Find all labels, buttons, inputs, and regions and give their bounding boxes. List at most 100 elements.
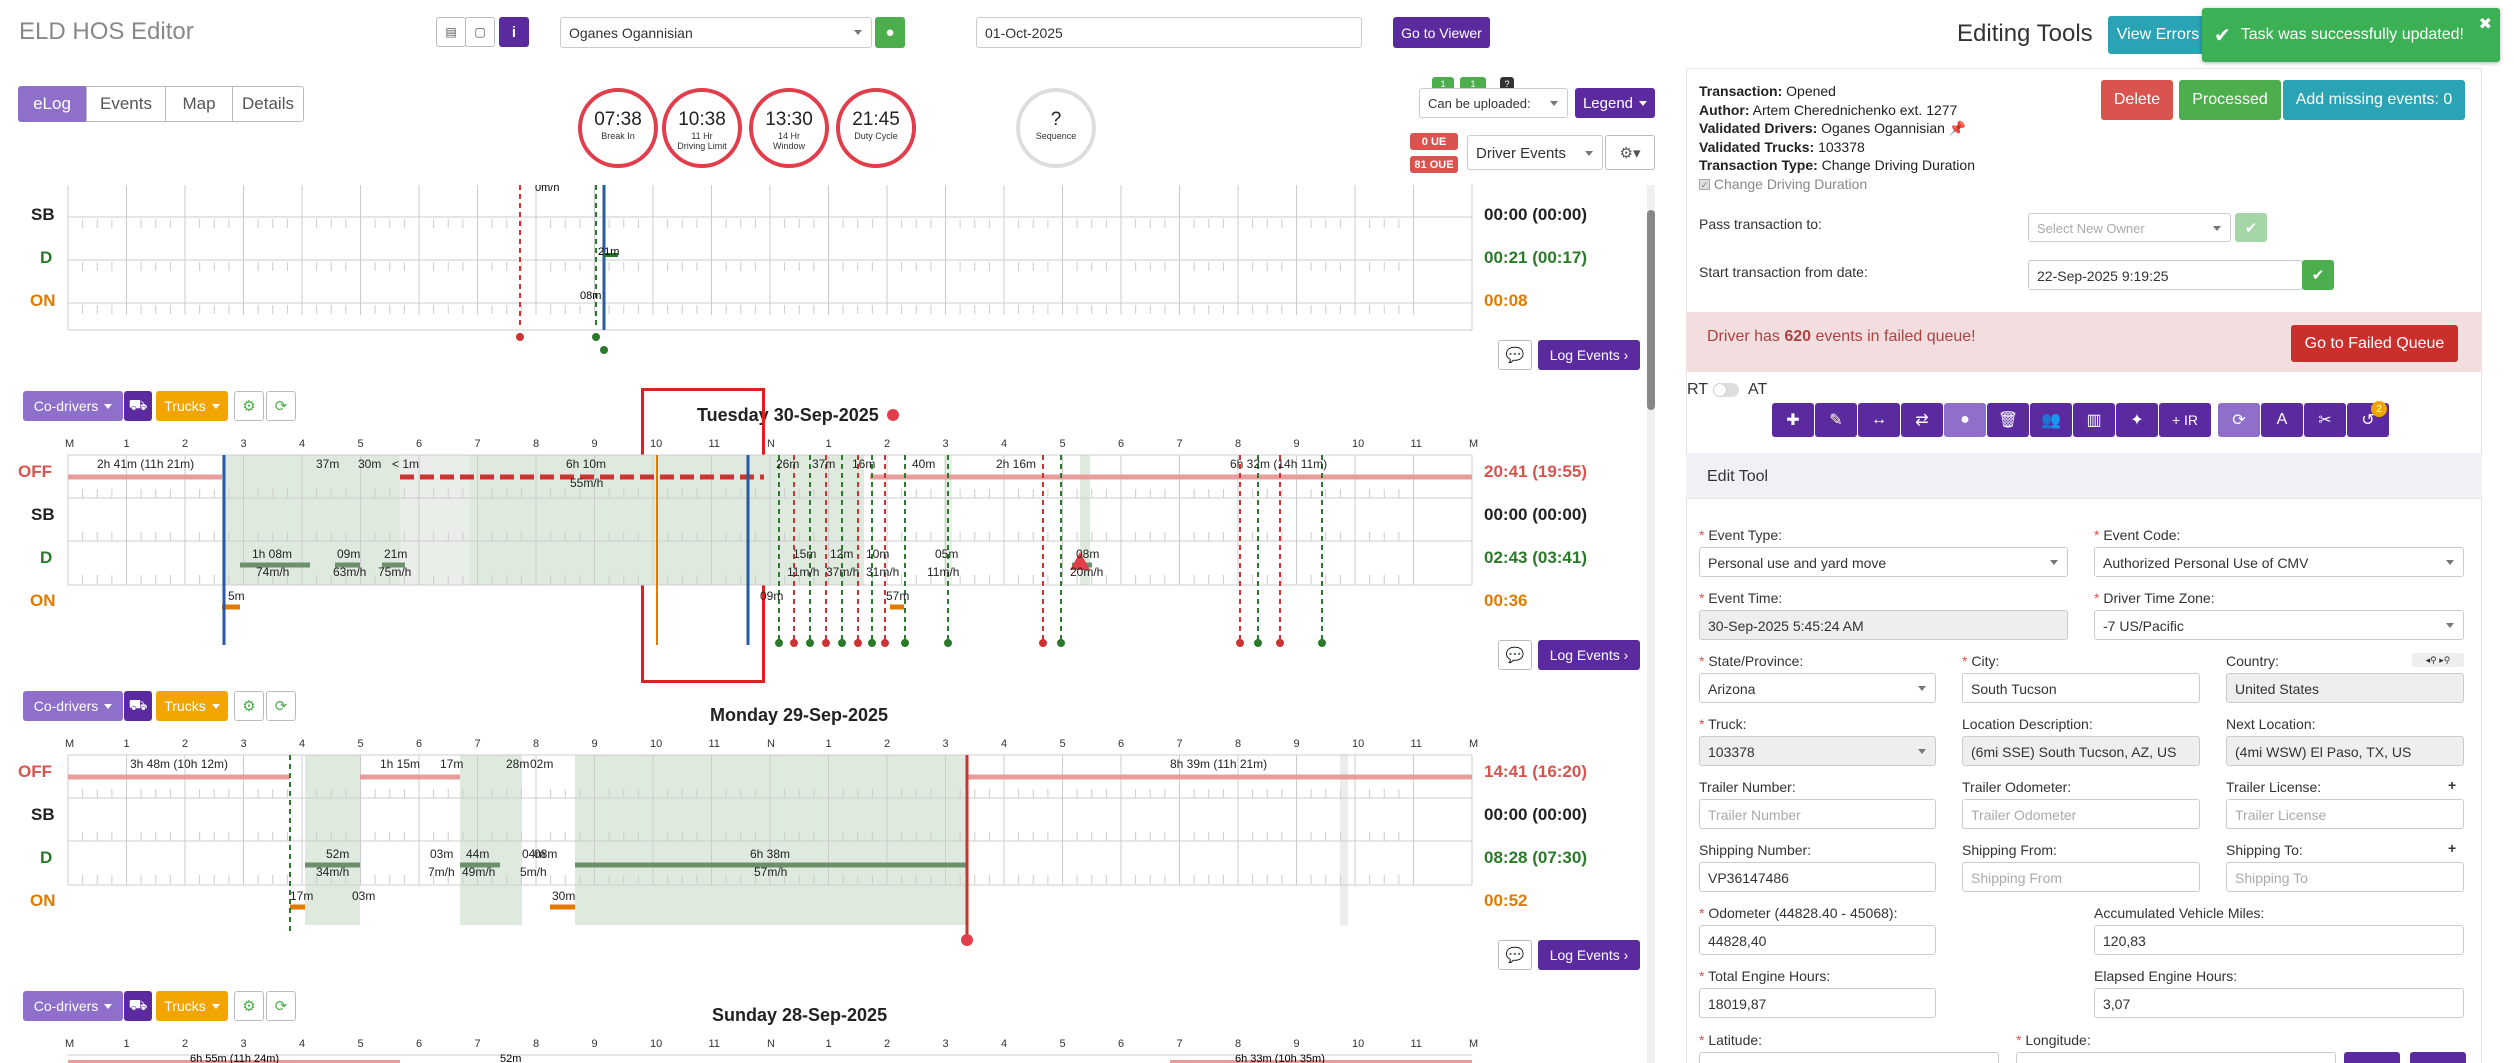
country-input[interactable]: United States [2226,673,2464,703]
add-ir-button[interactable]: + IR [2159,403,2211,437]
event-time-input[interactable]: 30-Sep-2025 5:45:24 AM [1699,610,2068,640]
refresh-icon[interactable]: ⟳ [2218,403,2260,437]
co-drivers-button[interactable]: Co-drivers [23,691,123,721]
truck-icon[interactable]: ⛟ [124,391,152,421]
tab-elog[interactable]: eLog [18,86,86,122]
left-scrollbar-thumb[interactable] [1647,210,1655,410]
marker-icon[interactable] [838,639,846,647]
marker-icon[interactable] [1254,639,1262,647]
marker-icon[interactable] [822,639,830,647]
elapsed-engine-hours-input[interactable]: 3,07 [2094,988,2464,1018]
tab-map[interactable]: Map [165,86,233,122]
swap-icon[interactable]: ⇄ [1901,403,1943,437]
document-icon[interactable]: ▤ [436,17,466,47]
marker-icon[interactable] [868,639,876,647]
marker-icon[interactable] [854,639,862,647]
marker-icon[interactable] [1057,639,1065,647]
comment-icon[interactable]: 💬 [1498,940,1532,970]
longitude-input[interactable] [2016,1052,2336,1063]
marker-icon[interactable] [775,639,783,647]
shipping-number-input[interactable]: VP36147486 [1699,862,1936,892]
settings-gear-icon[interactable]: ⚙▾ [1605,135,1655,170]
marker-icon[interactable] [1236,639,1244,647]
shipping-to-input[interactable]: Shipping To [2226,862,2464,892]
accumulated-miles-input[interactable]: 120,83 [2094,925,2464,955]
state-select[interactable]: Arizona [1699,673,1936,703]
truck-icon[interactable]: ⛟ [124,691,152,721]
view-errors-button[interactable]: View Errors [2108,16,2208,54]
log-events-button[interactable]: Log Events › [1538,340,1640,370]
change-duration-checkbox[interactable]: ✓ [1699,179,1710,191]
note-icon[interactable]: ▢ [465,17,495,47]
driver-tz-select[interactable]: -7 US/Pacific [2094,610,2464,640]
city-input[interactable]: South Tucson [1962,673,2200,703]
next-location-input[interactable]: (4mi WSW) El Paso, TX, US [2226,736,2464,766]
odometer-input[interactable]: 44828,40 [1699,925,1936,955]
refresh-icon[interactable]: ⟳ [266,991,296,1021]
trucks-button[interactable]: Trucks [156,391,228,421]
add-icon[interactable]: ✚ [1772,403,1814,437]
delete-button[interactable]: Delete [2101,80,2173,120]
processed-button[interactable]: Processed [2179,80,2281,120]
rt-at-toggle[interactable] [1713,383,1739,397]
add-shipping-plus-icon[interactable]: + [2448,840,2456,856]
truck-icon[interactable]: ⛟ [124,991,152,1021]
scissors-icon[interactable]: ✂ [2304,403,2346,437]
tab-details[interactable]: Details [232,86,304,122]
trailer-license-input[interactable]: Trailer License [2226,799,2464,829]
text-format-icon[interactable]: A [2261,403,2303,437]
marker-icon[interactable] [881,639,889,647]
marker-icon[interactable] [806,639,814,647]
add-trailer-plus-icon[interactable]: + [2448,777,2456,793]
refresh-icon[interactable]: ⟳ [266,391,296,421]
trailer-number-input[interactable]: Trailer Number [1699,799,1936,829]
engine-hours-input[interactable]: 18019,87 [1699,988,1936,1018]
marker-icon[interactable] [516,333,524,341]
add-missing-events-button[interactable]: Add missing events: 0 [2283,80,2465,120]
confirm-owner-check-icon[interactable]: ✔ [2235,213,2267,242]
edit-pencil-icon[interactable]: ✎ [1815,403,1857,437]
comment-icon[interactable]: 💬 [1498,340,1532,370]
trash-icon[interactable]: 🗑 [1987,403,2029,437]
marker-icon[interactable] [1039,639,1047,647]
shipping-from-input[interactable]: Shipping From [1962,862,2200,892]
close-icon[interactable]: ✖ [2479,14,2492,34]
marker-icon[interactable] [592,333,600,341]
co-drivers-button[interactable]: Co-drivers [23,991,123,1021]
log-events-button[interactable]: Log Events › [1538,640,1640,670]
latitude-input[interactable] [1699,1052,1999,1063]
date-input[interactable]: 01-Oct-2025 [976,17,1362,48]
user-icon[interactable]: ● [875,17,905,48]
marker-icon[interactable] [901,639,909,647]
truck-select[interactable]: 103378 [1699,736,1936,766]
comment-icon[interactable]: 💬 [1498,640,1532,670]
confirm-date-check-icon[interactable]: ✔ [2302,260,2334,290]
marker-icon[interactable] [944,639,952,647]
robot-icon[interactable]: ⚙ [234,991,264,1021]
trucks-button[interactable]: Trucks [156,691,228,721]
trucks-button[interactable]: Trucks [156,991,228,1021]
shift-horizontal-icon[interactable]: ↔ [1858,403,1900,437]
users-icon[interactable]: 👥 [2030,403,2072,437]
location-pins-icon[interactable]: ◂⚲ ▸⚲ [2412,653,2464,667]
marker-icon[interactable] [600,346,608,354]
refresh-icon[interactable]: ⟳ [266,691,296,721]
co-drivers-button[interactable]: Co-drivers [23,391,123,421]
magic-wand-icon[interactable]: ✦ [2116,403,2158,437]
new-owner-select[interactable]: Select New Owner [2028,213,2231,242]
log-events-button[interactable]: Log Events › [1538,940,1640,970]
user-icon[interactable]: ● [1944,403,1986,437]
robot-icon[interactable]: ⚙ [234,391,264,421]
legend-button[interactable]: Legend [1575,88,1655,118]
location-description-input[interactable]: (6mi SSE) South Tucson, AZ, US [1962,736,2200,766]
can-be-uploaded-select[interactable]: Can be uploaded: [1419,88,1568,118]
trailer-odometer-input[interactable]: Trailer Odometer [1962,799,2200,829]
tab-events[interactable]: Events [86,86,166,122]
columns-icon[interactable]: ▥ [2073,403,2115,437]
event-code-select[interactable]: Authorized Personal Use of CMV [2094,547,2464,577]
go-to-failed-queue-button[interactable]: Go to Failed Queue [2291,325,2458,362]
marker-icon[interactable] [790,639,798,647]
marker-icon[interactable] [961,934,973,946]
info-icon[interactable]: i [499,17,529,47]
event-type-select[interactable]: Personal use and yard move [1699,547,2068,577]
